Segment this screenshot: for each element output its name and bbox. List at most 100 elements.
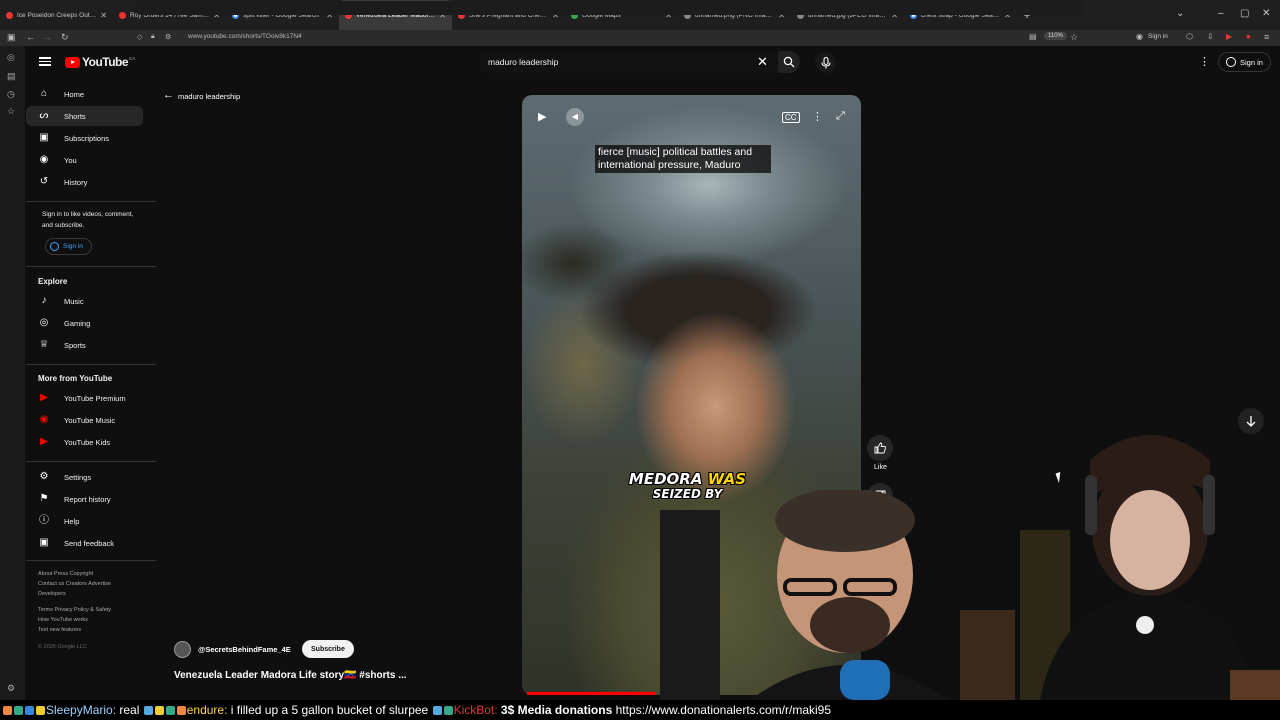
gear-icon[interactable]: ⚙︎ bbox=[7, 683, 15, 694]
address-bar[interactable] bbox=[134, 1, 1084, 15]
downloads-icon[interactable]: ⇩ bbox=[1207, 32, 1214, 41]
sidebar-item-you[interactable]: ◉ You bbox=[26, 150, 143, 170]
sidebar-item-youtube-music[interactable]: ◉ YouTube Music bbox=[26, 410, 143, 430]
signin-button[interactable]: Sign in bbox=[1218, 52, 1271, 72]
video-more-icon[interactable]: ⋮ bbox=[812, 110, 823, 123]
youtube-logo[interactable]: YouTube CA bbox=[65, 55, 135, 69]
zoom-level[interactable]: 110% bbox=[1044, 32, 1067, 40]
shield-icon[interactable]: ◇ bbox=[137, 33, 142, 41]
voice-search-button[interactable] bbox=[815, 52, 836, 73]
footer-links[interactable]: About Press Copyright Contact us Creator… bbox=[38, 569, 111, 599]
sidebar-item-label: Report history bbox=[64, 494, 111, 504]
like-button[interactable] bbox=[867, 435, 893, 461]
footer-line[interactable]: Terms Privacy Policy & Safety bbox=[38, 605, 111, 615]
extensions-icon[interactable]: ⬡ bbox=[1186, 32, 1193, 41]
sidebar-item-send-feedback[interactable]: ▣ Send feedback bbox=[26, 533, 143, 553]
hamburger-menu-icon[interactable] bbox=[39, 55, 51, 67]
subtitle-word-highlight: WAS bbox=[707, 470, 747, 488]
minimize-icon[interactable]: – bbox=[1218, 8, 1224, 19]
microphone-icon bbox=[820, 56, 831, 68]
forward-icon[interactable]: → bbox=[43, 32, 52, 42]
divider bbox=[26, 364, 156, 365]
chat-username: KickBot: bbox=[453, 703, 498, 717]
sidebar-item-report-history[interactable]: ⚑ Report history bbox=[26, 489, 143, 509]
reader-view-icon[interactable]: ▤ bbox=[1029, 32, 1037, 41]
sidebar-signin-button[interactable]: Sign in bbox=[45, 238, 92, 255]
clock-icon[interactable]: ◷ bbox=[7, 89, 17, 99]
footer-line[interactable]: How YouTube works bbox=[38, 615, 111, 625]
sidebar-item-youtube-kids[interactable]: ▶ YouTube Kids bbox=[26, 432, 143, 452]
permissions-icon[interactable]: ⚙︎ bbox=[165, 33, 171, 41]
sidebar-toggle-icon[interactable]: ▣ bbox=[7, 32, 16, 43]
footer-line[interactable]: Test new features bbox=[38, 625, 111, 635]
chat-badge-icon bbox=[143, 706, 153, 715]
sidebar-item-music[interactable]: ♪ Music bbox=[26, 291, 143, 311]
youtube-favicon-icon bbox=[119, 11, 126, 19]
subtitle-word: MEDORA bbox=[628, 470, 708, 488]
lock-icon[interactable]: 🔒︎ bbox=[151, 33, 155, 41]
sidebar-item-label: History bbox=[64, 177, 88, 187]
flag-icon: ⚑ bbox=[39, 493, 49, 504]
reload-icon[interactable]: ↻ bbox=[61, 32, 69, 43]
sidebar-item-sports[interactable]: ♕ Sports bbox=[26, 335, 143, 355]
browser-tab[interactable]: Ice Poseidon Creeps Out Mike ✕ bbox=[0, 0, 113, 30]
sidebar-item-gaming[interactable]: ◎ Gaming bbox=[26, 313, 143, 333]
clear-search-icon[interactable]: ✕ bbox=[757, 54, 768, 70]
back-arrow-icon[interactable]: ← bbox=[163, 89, 174, 101]
chat-badge-icon bbox=[443, 706, 453, 715]
browser-side-strip: ◎ ▤ ◷ ☆ bbox=[0, 46, 25, 700]
subscriptions-icon: ▣ bbox=[39, 132, 49, 143]
tab-list-icon[interactable]: ⌄ bbox=[1176, 8, 1184, 19]
close-window-icon[interactable]: ✕ bbox=[1262, 8, 1270, 19]
footer-links[interactable]: Terms Privacy Policy & Safety How YouTub… bbox=[38, 605, 111, 635]
star-icon[interactable]: ☆ bbox=[7, 106, 17, 116]
back-icon[interactable]: ← bbox=[26, 32, 35, 42]
play-icon[interactable]: ▶ bbox=[538, 110, 546, 123]
youtube-play-logo-icon bbox=[65, 56, 80, 68]
more-options-icon[interactable]: ⋮ bbox=[1199, 55, 1210, 68]
sidebar-item-label: You bbox=[64, 155, 77, 165]
chat-badge-icon bbox=[176, 706, 186, 715]
user-icon bbox=[1226, 57, 1236, 67]
youtube-extension-icon[interactable]: ▶ bbox=[1226, 32, 1232, 41]
closed-captions-icon[interactable]: CC bbox=[782, 112, 800, 123]
sidebar-item-settings[interactable]: ⚙︎ Settings bbox=[26, 467, 143, 487]
chat-badge-icon bbox=[14, 706, 23, 715]
globe-icon[interactable]: ◎ bbox=[7, 52, 17, 62]
you-icon: ◉ bbox=[39, 154, 49, 165]
sidebar-item-youtube-premium[interactable]: ▶ YouTube Premium bbox=[26, 388, 143, 408]
fullscreen-icon[interactable]: ⤢ bbox=[836, 110, 845, 123]
volume-icon[interactable]: ◀ bbox=[566, 108, 584, 126]
video-title[interactable]: Venezuela Leader Madora Life story🇻🇪 #sh… bbox=[174, 670, 407, 681]
bookmark-star-icon[interactable]: ☆ bbox=[1070, 32, 1078, 43]
sidebar-item-help[interactable]: ⓘ Help bbox=[26, 511, 143, 531]
copyright: © 2026 Google LLC bbox=[38, 644, 87, 650]
browser-menu-icon[interactable]: ≡ bbox=[1264, 32, 1269, 42]
search-query-label[interactable]: maduro leadership bbox=[178, 92, 240, 101]
subscribe-button[interactable]: Subscribe bbox=[302, 640, 354, 658]
channel-avatar[interactable] bbox=[174, 641, 191, 658]
sidebar-item-home[interactable]: ⌂ Home bbox=[26, 84, 143, 104]
maximize-icon[interactable]: ▢ bbox=[1240, 8, 1249, 19]
history-icon: ↺ bbox=[39, 176, 49, 187]
search-button[interactable] bbox=[778, 51, 800, 73]
browser-signin[interactable]: Sign in bbox=[1148, 33, 1168, 40]
account-icon[interactable]: ◉ bbox=[1136, 32, 1143, 41]
video-progress-bar[interactable] bbox=[527, 692, 656, 695]
channel-handle[interactable]: @SecretsBehindFame_4E bbox=[198, 645, 291, 654]
close-tab-icon[interactable]: ✕ bbox=[100, 11, 107, 20]
sidebar-item-shorts[interactable]: ᔕ Shorts bbox=[26, 106, 143, 126]
search-input[interactable]: maduro leadership bbox=[488, 57, 558, 67]
document-icon[interactable]: ▤ bbox=[7, 71, 17, 81]
footer-line[interactable]: About Press Copyright bbox=[38, 569, 111, 579]
url-text[interactable]: www.youtube.com/shorts/TOoiv8k17N4 bbox=[188, 33, 302, 40]
webcam-overlay-right bbox=[1000, 420, 1280, 700]
shorts-icon: ᔕ bbox=[39, 110, 49, 121]
extension-icon[interactable]: ● bbox=[1246, 32, 1251, 41]
sidebar-item-label: Shorts bbox=[64, 111, 86, 121]
sidebar-item-subscriptions[interactable]: ▣ Subscriptions bbox=[26, 128, 143, 148]
footer-line[interactable]: Developers bbox=[38, 589, 111, 599]
footer-line[interactable]: Contact us Creators Advertise bbox=[38, 579, 111, 589]
explore-heading: Explore bbox=[38, 277, 68, 286]
sidebar-item-history[interactable]: ↺ History bbox=[26, 172, 143, 192]
